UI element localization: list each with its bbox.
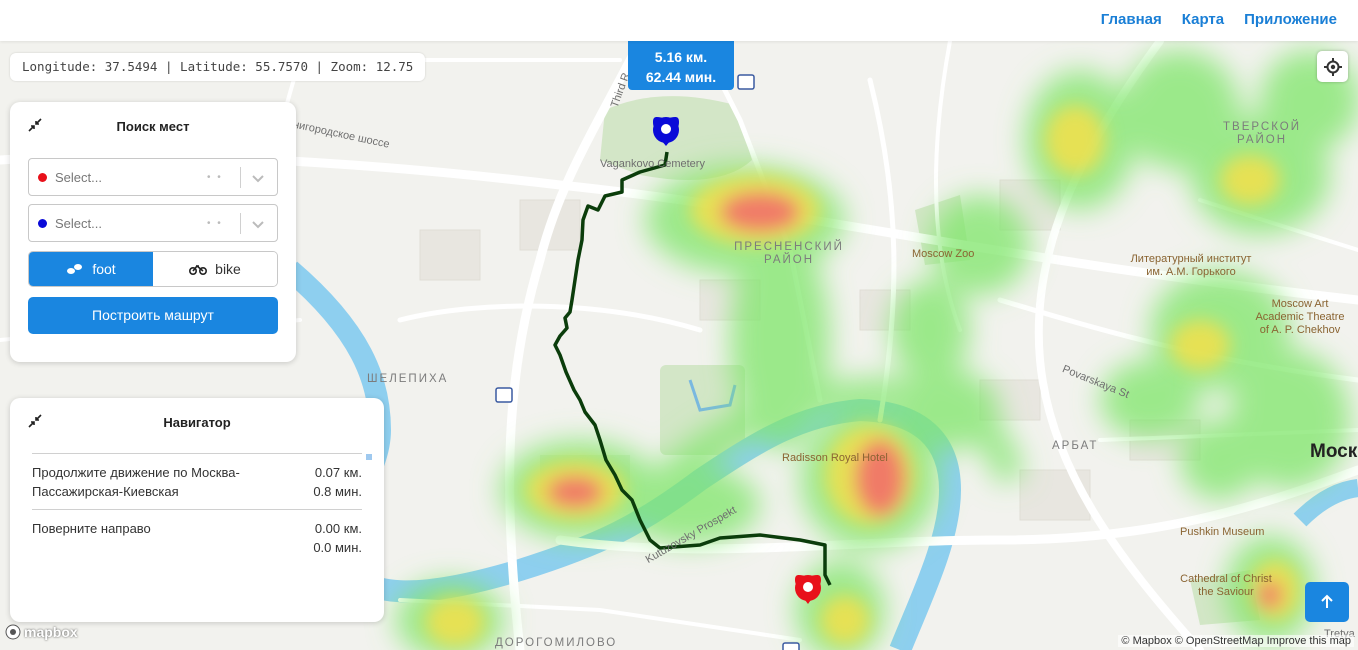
route-distance: 5.16 км. <box>654 49 708 65</box>
navigator-panel: Навигатор Продолжите движение по Москва-… <box>10 398 384 622</box>
mode-foot-button[interactable]: foot <box>29 252 153 286</box>
label-cathedral: Cathedral of Christ the Saviour <box>1180 573 1272 598</box>
destination-select[interactable]: Select... • • <box>28 204 278 242</box>
bike-icon <box>189 264 208 275</box>
select-separator <box>240 167 241 188</box>
list-item: Поверните направо 0.00 км. 0.0 мин. <box>32 509 362 565</box>
crosshair-icon <box>1323 57 1342 76</box>
page: Главная Карта Приложение Vagankovo Cemet… <box>0 0 1358 650</box>
step-time: 0.0 мин. <box>313 540 362 555</box>
loading-indicator-icon: • • <box>207 218 223 229</box>
select-separator <box>240 213 241 234</box>
origin-select[interactable]: Select... • • <box>28 158 278 196</box>
destination-dot-icon <box>38 219 47 228</box>
top-navbar: Главная Карта Приложение <box>0 0 1358 41</box>
label-vagankovo: Vagankovo Cemetery <box>600 158 705 170</box>
search-panel-title: Поиск мест <box>116 119 190 134</box>
mode-bike-label: bike <box>215 261 241 277</box>
geolocate-button[interactable] <box>1317 51 1348 82</box>
mapbox-logo-icon <box>5 624 21 640</box>
arrow-up-icon <box>1321 594 1333 608</box>
route-summary-badge: 5.16 км. 62.44 мин. <box>628 41 734 90</box>
destination-placeholder: Select... <box>55 216 102 231</box>
nav-link-home[interactable]: Главная <box>1101 11 1162 28</box>
build-route-button[interactable]: Построить машрут <box>28 297 278 334</box>
step-instruction: Продолжите движение по Москва-Пассажирск… <box>32 465 240 499</box>
loading-indicator-icon: • • <box>207 172 223 183</box>
mapbox-logo-text: mapbox <box>24 624 78 640</box>
label-moscow-zoo: Moscow Zoo <box>912 248 975 260</box>
step-instruction: Поверните направо <box>32 521 151 536</box>
label-radisson: Radisson Royal Hotel <box>782 452 888 464</box>
mode-foot-label: foot <box>92 261 116 277</box>
nav-link-map[interactable]: Карта <box>1182 11 1224 28</box>
route-time: 62.44 мин. <box>645 69 717 85</box>
nav-links: Главная Карта Приложение <box>1101 11 1337 28</box>
nav-link-app[interactable]: Приложение <box>1244 11 1337 28</box>
label-moscow: Моск <box>1310 441 1358 462</box>
label-shelepikha: ШЕЛЕПИХА <box>367 373 449 385</box>
foot-icon <box>67 264 83 274</box>
mode-bike-button[interactable]: bike <box>153 252 277 286</box>
origin-dot-icon <box>38 173 47 182</box>
list-item: Продолжите движение по Москва-Пассажирск… <box>32 453 362 509</box>
chevron-down-icon[interactable] <box>249 215 267 233</box>
step-distance: 0.00 км. <box>314 521 362 536</box>
step-meta: 0.00 км. 0.0 мин. <box>302 519 362 557</box>
label-tverskoy: ТВЕРСКОЙ РАЙОН <box>1223 121 1301 146</box>
scrollbar-thumb[interactable] <box>366 454 372 460</box>
coordinate-readout: Longitude: 37.5494 | Latitude: 55.7570 |… <box>10 53 426 81</box>
navigator-title: Навигатор <box>163 415 231 430</box>
label-dorogomilovo: ДОРОГОМИЛОВО <box>495 637 618 649</box>
origin-placeholder: Select... <box>55 170 102 185</box>
map-attribution[interactable]: © Mapbox © OpenStreetMap Improve this ma… <box>1118 635 1354 647</box>
label-arbat: АРБАТ <box>1052 440 1099 452</box>
step-distance: 0.07 км. <box>314 465 362 480</box>
label-lit-institute: Литературный институт им. А.М. Горького <box>1130 253 1252 278</box>
search-panel: Поиск мест Select... • • Select... • • f… <box>10 102 296 362</box>
navigator-steps: Продолжите движение по Москва-Пассажирск… <box>32 453 362 565</box>
chevron-down-icon[interactable] <box>249 169 267 187</box>
label-presnensky: ПРЕСНЕНСКИЙ РАЙОН <box>734 241 844 266</box>
label-art-theatre: Moscow Art Academic Theatre of A. P. Che… <box>1255 298 1345 336</box>
mapbox-logo[interactable]: mapbox <box>5 624 78 640</box>
step-time: 0.8 мин. <box>313 484 362 499</box>
step-meta: 0.07 км. 0.8 мин. <box>302 463 362 501</box>
travel-mode-toggle: foot bike <box>28 251 278 287</box>
label-pushkin-museum: Pushkin Museum <box>1180 526 1265 538</box>
scroll-to-top-button[interactable] <box>1305 582 1349 622</box>
